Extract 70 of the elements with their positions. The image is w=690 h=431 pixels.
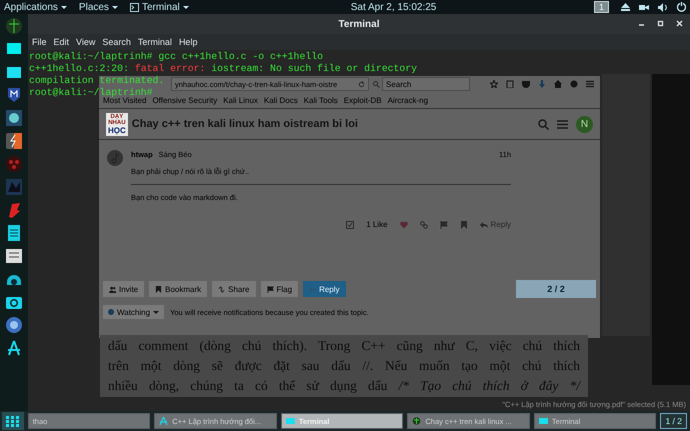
window-icon <box>538 417 548 425</box>
document-text: nhiều dòng, chúng ta có thể sử dụng dấu /* Tạo chú thích ở đây */ <box>108 377 580 395</box>
flag-button[interactable]: Flag <box>260 281 298 297</box>
clock[interactable]: Sat Apr 2, 15:02:25 <box>350 2 436 12</box>
document-text: trên một dòng sẽ được đặt sau dấu //. Nếu muốn tạo một chú thích <box>108 357 580 375</box>
menu-icon[interactable] <box>557 118 568 130</box>
window-icon <box>286 417 295 425</box>
reply-icon <box>309 286 316 292</box>
workspace-pager[interactable]: 1 / 2 <box>660 413 687 429</box>
notepad-icon[interactable] <box>5 224 23 242</box>
topic-title: Chay c++ tren kali linux ham oistream bi loi <box>132 118 358 130</box>
menu-item[interactable]: Help <box>178 37 198 47</box>
eject-icon[interactable] <box>621 3 630 11</box>
dots-icon[interactable] <box>5 155 23 173</box>
info-icon <box>108 309 114 315</box>
reply-icon <box>480 220 488 228</box>
terminal-icon <box>130 2 139 12</box>
menu-item[interactable]: File <box>32 37 47 47</box>
home-icon[interactable] <box>554 80 562 88</box>
bookmark-item[interactable]: Most Visited <box>103 96 146 104</box>
workspace-indicator[interactable]: 1 <box>594 1 609 13</box>
app-menu[interactable]: Terminal <box>130 2 189 12</box>
bookmark-button[interactable]: Bookmark <box>149 281 208 297</box>
bookmark-item[interactable]: Kali Linux <box>223 96 258 104</box>
circle-icon[interactable] <box>5 316 23 334</box>
user-avatar[interactable] <box>107 150 123 166</box>
checkbox-icon[interactable] <box>346 220 354 228</box>
volume-icon[interactable] <box>658 2 668 12</box>
reply-link[interactable]: Reply <box>480 220 511 229</box>
bookmark-icon <box>155 286 162 292</box>
maximize-icon[interactable] <box>656 19 665 28</box>
document-text: dấu comment (dòng chú thích). Trong C++ cũng như C, việc chú thích <box>108 337 580 355</box>
terminal-line: root@kali:~/laptrinh# <box>29 87 152 98</box>
notification-dropdown[interactable]: Watching <box>103 305 164 319</box>
people-icon <box>109 286 116 292</box>
menu-item[interactable]: Search <box>102 37 131 47</box>
menu-item[interactable]: Edit <box>54 37 70 47</box>
video-camera-icon[interactable] <box>639 3 649 11</box>
window-title: Terminal <box>338 18 380 30</box>
bookmark-item[interactable]: Aircrack-ng <box>388 96 428 104</box>
close-icon[interactable] <box>675 19 684 28</box>
search-field[interactable]: Search <box>382 77 470 91</box>
bookmark-item[interactable]: Kali Docs <box>264 96 298 104</box>
menu-icon[interactable] <box>586 80 594 88</box>
bookmark-item[interactable]: Exploit-DB <box>344 96 382 104</box>
search-icon[interactable] <box>538 118 549 130</box>
bookmark-item[interactable]: Kali Tools <box>304 96 338 104</box>
terminal-line: c++1hello.c:2:20: fatal error: iostream: No such file or directory <box>29 63 418 75</box>
flag-icon <box>266 286 274 292</box>
panel-menu[interactable]: Applications <box>4 2 67 12</box>
reply-button[interactable]: Reply <box>303 281 346 297</box>
invite-button[interactable]: Invite <box>103 281 144 297</box>
share-button[interactable]: Share <box>212 281 256 297</box>
menu-item[interactable]: View <box>76 37 96 47</box>
flag-icon[interactable] <box>440 220 448 228</box>
power-icon[interactable] <box>677 2 686 12</box>
lightning-icon[interactable] <box>5 132 23 150</box>
star-icon[interactable] <box>490 80 498 88</box>
menu-item[interactable]: Terminal <box>138 37 172 47</box>
shield-icon[interactable] <box>5 86 23 104</box>
reload-icon[interactable] <box>358 80 365 88</box>
progress-indicator[interactable]: 2 / 2 <box>516 280 596 298</box>
terminal-line: compilation terminated. <box>29 75 164 87</box>
user-avatar[interactable]: N <box>576 116 593 132</box>
bookmark-item[interactable]: Offensive Security <box>152 96 218 104</box>
search-icon <box>373 80 380 88</box>
terminal-line: root@kali:~/laptrinh# gcc c++1hello.c -o c++1hello <box>29 51 323 63</box>
apps-grid-icon[interactable] <box>2 412 24 430</box>
like-count[interactable]: 1 Like <box>366 220 388 229</box>
panel-menu[interactable]: Places <box>78 2 118 12</box>
